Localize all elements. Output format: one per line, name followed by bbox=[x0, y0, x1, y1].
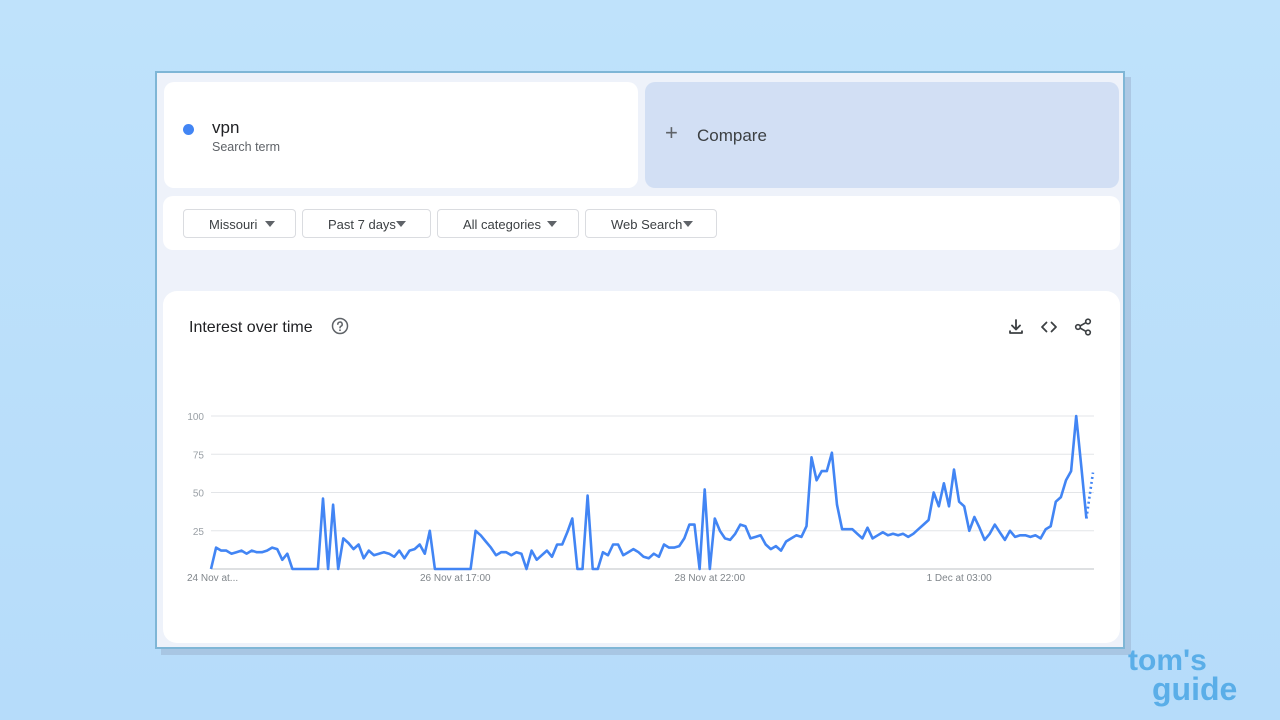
share-icon[interactable] bbox=[1073, 317, 1093, 337]
interest-chart: 25 50 75 100 24 Nov at... 26 Nov at 17:00 28 N… bbox=[187, 412, 1095, 584]
x-tick-label: 24 Nov at... bbox=[187, 573, 238, 584]
filter-bar: Missouri Past 7 days All categories Web … bbox=[163, 196, 1120, 250]
x-tick-label: 1 Dec at 03:00 bbox=[927, 573, 992, 584]
search-term-card[interactable]: vpn Search term bbox=[164, 82, 638, 188]
search-term-subtitle: Search term bbox=[212, 140, 281, 154]
chart-title: Interest over time bbox=[189, 319, 313, 336]
filter-time-label: Past 7 days bbox=[328, 217, 396, 232]
y-tick-label: 25 bbox=[193, 527, 205, 538]
toms-guide-logo: tom's guide bbox=[1128, 644, 1237, 707]
y-tick-label: 75 bbox=[193, 450, 205, 461]
caret-down-icon bbox=[265, 221, 275, 227]
compare-button[interactable]: + Compare bbox=[645, 82, 1119, 188]
download-icon[interactable] bbox=[1006, 317, 1026, 337]
caret-down-icon bbox=[547, 221, 557, 227]
filter-region-label: Missouri bbox=[209, 217, 258, 232]
filter-category-dropdown[interactable]: All categories bbox=[437, 209, 579, 238]
y-tick-label: 100 bbox=[187, 412, 204, 423]
filter-category-label: All categories bbox=[463, 217, 542, 232]
series-partial-line bbox=[1085, 472, 1095, 519]
term-color-dot bbox=[183, 124, 194, 135]
embed-code-icon[interactable] bbox=[1039, 317, 1059, 337]
trends-panel: vpn Search term + Compare Missouri Past … bbox=[155, 71, 1125, 649]
help-icon[interactable] bbox=[331, 317, 349, 335]
search-term-name: vpn bbox=[212, 118, 240, 137]
x-tick-label: 26 Nov at 17:00 bbox=[420, 573, 491, 584]
compare-label: Compare bbox=[697, 126, 767, 145]
x-tick-label: 28 Nov at 22:00 bbox=[674, 573, 745, 584]
filter-region-dropdown[interactable]: Missouri bbox=[183, 209, 296, 238]
y-tick-label: 50 bbox=[193, 489, 205, 500]
caret-down-icon bbox=[683, 221, 693, 227]
svg-text:guide: guide bbox=[1152, 671, 1237, 707]
filter-search-type-label: Web Search bbox=[611, 217, 683, 232]
caret-down-icon bbox=[396, 221, 406, 227]
plus-icon: + bbox=[665, 120, 678, 145]
filter-search-type-dropdown[interactable]: Web Search bbox=[585, 209, 717, 238]
interest-over-time-card: 25 50 75 100 24 Nov at... 26 Nov at 17:00 28 N… bbox=[163, 291, 1120, 643]
filter-time-dropdown[interactable]: Past 7 days bbox=[302, 209, 431, 238]
